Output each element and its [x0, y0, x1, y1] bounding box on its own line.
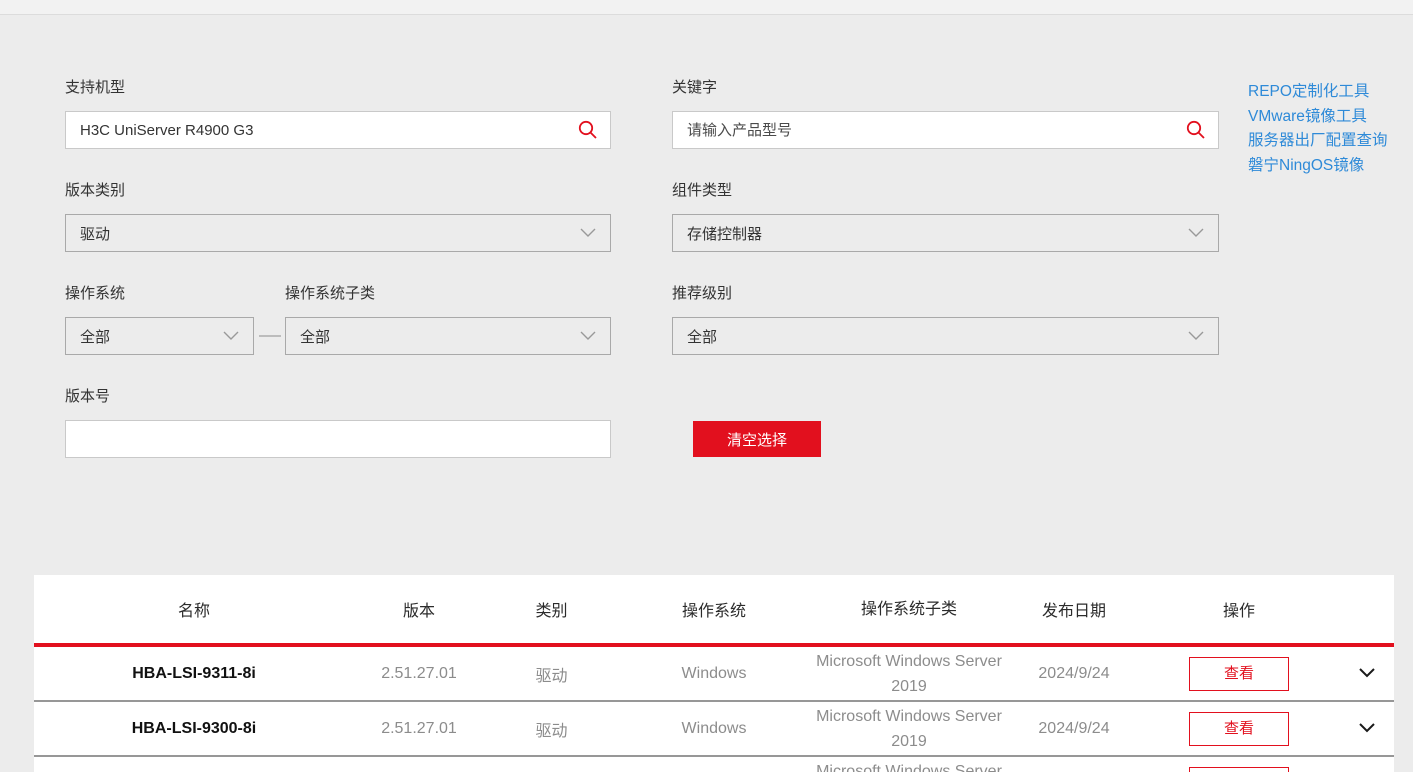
range-dash: [259, 335, 281, 337]
search-icon[interactable]: [577, 119, 599, 141]
search-icon[interactable]: [1185, 119, 1207, 141]
field-keyword: 关键字: [672, 78, 1219, 149]
chevron-down-icon: [1188, 228, 1204, 237]
view-button[interactable]: 查看: [1189, 711, 1289, 746]
recommend-level-select[interactable]: 全部: [672, 317, 1219, 355]
link-ningos-image[interactable]: 磐宁NingOS镜像: [1248, 154, 1408, 179]
row-os-subtype: Microsoft Windows Server 2019: [816, 762, 1002, 772]
version-category-label: 版本类别: [65, 182, 126, 199]
row-name: HBA-LSI-9300-8i: [131, 719, 257, 737]
row-os-subtype: Microsoft Windows Server 2019: [816, 652, 1002, 695]
field-version-category: 版本类别 驱动: [65, 181, 611, 252]
chevron-down-icon: [580, 331, 596, 340]
row-category: 驱动: [535, 667, 568, 685]
field-os: 操作系统 全部: [65, 284, 254, 355]
recommend-level-label: 推荐级别: [672, 285, 733, 302]
table-row: HBA-LSI-9311-8i 2.51.27.01 驱动 Windows Mi…: [34, 647, 1394, 702]
recommend-level-value: 全部: [687, 328, 718, 346]
top-strip: [0, 0, 1413, 15]
component-type-value: 存储控制器: [687, 225, 763, 243]
chevron-down-icon: [223, 331, 239, 340]
header-date: 发布日期: [1041, 603, 1106, 620]
os-select[interactable]: 全部: [65, 317, 254, 355]
expand-chevron-icon[interactable]: [1358, 667, 1375, 678]
link-vmware-image-tool[interactable]: VMware镜像工具: [1248, 105, 1408, 130]
keyword-input[interactable]: [672, 111, 1219, 149]
header-name: 名称: [177, 603, 210, 620]
header-os: 操作系统: [681, 603, 746, 620]
driver-search-page: 支持机型 关键字 REPO定制化工具 VMware镜像工具 服务器出厂配置查询 …: [0, 0, 1413, 772]
row-date: 2024/9/24: [1038, 719, 1110, 737]
row-version: 2.51.27.01: [381, 664, 457, 682]
keyword-label: 关键字: [672, 79, 718, 96]
os-value: 全部: [80, 328, 111, 346]
view-button[interactable]: 查看: [1189, 766, 1289, 772]
support-model-input[interactable]: [65, 111, 611, 149]
table-row: HBA-LSI-9300-8i 2.51.27.01 驱动 Windows Mi…: [34, 702, 1394, 757]
row-date: 2024/9/24: [1038, 664, 1110, 682]
tool-links: REPO定制化工具 VMware镜像工具 服务器出厂配置查询 磐宁NingOS镜…: [1248, 80, 1408, 178]
field-recommend-level: 推荐级别 全部: [672, 284, 1219, 355]
version-category-select[interactable]: 驱动: [65, 214, 611, 252]
os-label: 操作系统: [65, 285, 126, 302]
view-button[interactable]: 查看: [1189, 656, 1289, 691]
os-subtype-label: 操作系统子类: [285, 285, 376, 302]
table-row: Microsoft Windows Server 2019 查看: [34, 757, 1394, 772]
component-type-label: 组件类型: [672, 182, 733, 199]
row-os-subtype: Microsoft Windows Server 2019: [816, 707, 1002, 750]
support-model-label: 支持机型: [65, 79, 126, 96]
field-support-model: 支持机型: [65, 78, 611, 149]
link-repo-tool[interactable]: REPO定制化工具: [1248, 80, 1408, 105]
header-category: 类别: [535, 603, 568, 620]
field-version-number: 版本号: [65, 387, 611, 458]
header-action: 操作: [1222, 603, 1255, 620]
row-category: 驱动: [535, 722, 568, 740]
chevron-down-icon: [1188, 331, 1204, 340]
version-category-value: 驱动: [80, 225, 111, 243]
version-number-input[interactable]: [65, 420, 611, 458]
field-os-subtype: 操作系统子类 全部: [285, 284, 611, 355]
row-os: Windows: [681, 719, 747, 737]
row-os: Windows: [681, 664, 747, 682]
expand-chevron-icon[interactable]: [1358, 722, 1375, 733]
row-version: 2.51.27.01: [381, 719, 457, 737]
header-os-subtype: 操作系统子类: [860, 600, 957, 618]
field-component-type: 组件类型 存储控制器: [672, 181, 1219, 252]
link-factory-config-query[interactable]: 服务器出厂配置查询: [1248, 129, 1408, 154]
chevron-down-icon: [580, 228, 596, 237]
version-number-label: 版本号: [65, 388, 111, 405]
table-header-row: 名称 版本 类别 操作系统 操作系统子类 发布日期 操作: [34, 575, 1394, 643]
os-subtype-value: 全部: [300, 328, 331, 346]
component-type-select[interactable]: 存储控制器: [672, 214, 1219, 252]
clear-selection-button[interactable]: 清空选择: [693, 421, 821, 457]
header-version: 版本: [402, 603, 435, 620]
row-name: HBA-LSI-9311-8i: [132, 664, 256, 682]
results-table: 名称 版本 类别 操作系统 操作系统子类 发布日期 操作 HBA-LSI-931…: [34, 575, 1394, 772]
os-subtype-select[interactable]: 全部: [285, 317, 611, 355]
